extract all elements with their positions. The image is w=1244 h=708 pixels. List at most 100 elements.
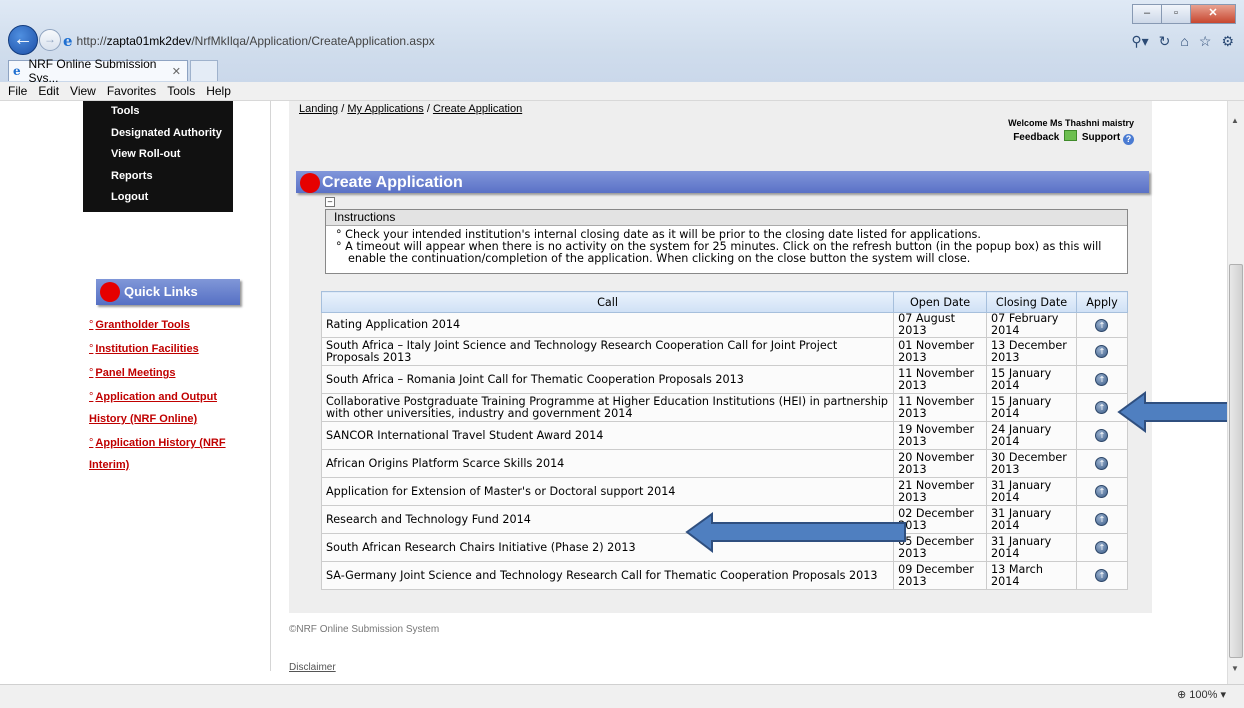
side-menu-designated-authority[interactable]: Designated Authority [83,123,233,145]
browser-toolbar-icons: ⚲▾ ↻ ⌂ ☆ ⚙ [1131,33,1234,50]
cell-apply: ↑ [1075,561,1129,590]
tab-close-icon[interactable]: ✕ [172,65,181,78]
apply-icon[interactable]: ↑ [1095,541,1109,554]
table-row: Rating Application 2014 07 August 2013 07 … [320,312,1129,338]
cell-closing-date: 07 February 2014 [986,312,1077,338]
apply-icon[interactable]: ↑ [1095,373,1109,386]
cell-open-date: 09 December 2013 [893,561,988,590]
quick-link-output-history[interactable]: ° Application and Output History (NRF Onl… [89,386,239,430]
apply-icon[interactable]: ↑ [1095,485,1109,498]
scroll-up-icon[interactable]: ▲ [1231,116,1239,125]
quick-link-institution-facilities[interactable]: ° Institution Facilities [89,338,239,360]
menu-edit[interactable]: Edit [38,84,59,98]
breadcrumb-my-applications[interactable]: My Applications [347,103,423,115]
cell-call: South Africa – Italy Joint Science and T… [320,337,895,366]
side-menu-tools[interactable]: Tools [83,101,233,123]
status-bar [0,684,1244,708]
apply-icon[interactable]: ↑ [1095,401,1109,414]
cell-call: SANCOR International Travel Student Awar… [320,421,895,450]
tab-ie-icon: e [13,64,21,78]
cell-apply: ↑ [1075,477,1129,506]
cell-call: Rating Application 2014 [320,312,895,338]
welcome-text: Welcome Ms Thashni maistry [1008,118,1134,128]
cell-apply: ↑ [1075,312,1129,338]
apply-icon[interactable]: ↑ [1095,429,1109,442]
menu-tools[interactable]: Tools [167,84,195,98]
search-icon[interactable]: ⚲▾ [1131,33,1148,50]
annotation-arrow-bottom [685,512,906,554]
disclaimer-link[interactable]: Disclaimer [289,662,336,673]
cell-call: Application for Extension of Master's or… [320,477,895,506]
table-row: SANCOR International Travel Student Awar… [320,421,1129,450]
refresh-icon[interactable]: ↻ [1159,33,1171,50]
side-menu-logout[interactable]: Logout [83,187,233,209]
apply-icon[interactable]: ↑ [1095,457,1109,470]
feedback-icon[interactable] [1064,130,1078,141]
window-controls: – ▫ ✕ [1132,4,1236,24]
cell-call: South Africa – Romania Joint Call for Th… [320,365,895,394]
table-header-row: Call Open Date Closing Date Apply [320,291,1129,313]
cell-call: Collaborative Postgraduate Training Prog… [320,393,895,422]
table-row: South Africa – Romania Joint Call for Th… [320,365,1129,394]
apply-icon[interactable]: ↑ [1095,345,1109,358]
welcome-area: Welcome Ms Thashni maistry Feedback Supp… [1008,117,1134,145]
maximize-button[interactable]: ▫ [1161,4,1191,24]
page-title: Create Application [322,174,463,191]
favorites-star-icon[interactable]: ☆ [1199,33,1212,50]
quick-link-grantholder-tools[interactable]: ° Grantholder Tools [89,314,239,336]
side-menu-view-rollout[interactable]: View Roll-out [83,144,233,166]
minimize-button[interactable]: – [1132,4,1162,24]
table-row: SA-Germany Joint Science and Technology … [320,561,1129,590]
gear-icon[interactable]: ⚙ [1221,33,1234,50]
table-row: African Origins Platform Scarce Skills 2… [320,449,1129,478]
instruction-item: A timeout will appear when there is no a… [336,241,1127,265]
cell-open-date: 21 November 2013 [893,477,988,506]
cell-apply: ↑ [1075,449,1129,478]
scrollbar-thumb[interactable] [1229,264,1243,658]
cell-closing-date: 31 January 2014 [986,505,1077,534]
header-closing-date[interactable]: Closing Date [986,291,1077,313]
cell-open-date: 20 November 2013 [893,449,988,478]
zoom-indicator[interactable]: ⊕ 100% ▾ [1177,688,1226,701]
back-button[interactable]: ← [8,25,38,55]
header-call[interactable]: Call [320,291,895,313]
menu-file[interactable]: File [8,84,27,98]
cell-closing-date: 31 January 2014 [986,533,1077,562]
quick-link-panel-meetings[interactable]: ° Panel Meetings [89,362,239,384]
cell-call: SA-Germany Joint Science and Technology … [320,561,895,590]
side-menu-reports[interactable]: Reports [83,166,233,188]
help-icon[interactable]: ? [1123,134,1134,145]
menu-bar: File Edit View Favorites Tools Help [0,82,1244,101]
forward-button[interactable]: → [39,29,61,51]
breadcrumb-create-application[interactable]: Create Application [433,103,522,115]
browser-tab[interactable]: e NRF Online Submission Sys... ✕ [8,57,188,85]
home-icon[interactable]: ⌂ [1180,33,1188,50]
support-link[interactable]: Support [1082,132,1120,143]
feedback-link[interactable]: Feedback [1013,132,1059,143]
menu-help[interactable]: Help [206,84,231,98]
cell-apply: ↑ [1075,337,1129,366]
apply-icon[interactable]: ↑ [1095,318,1109,332]
new-tab-button[interactable] [190,60,218,81]
menu-favorites[interactable]: Favorites [107,84,156,98]
footer-text: ©NRF Online Submission System [289,624,440,635]
apply-icon[interactable]: ↑ [1095,513,1109,526]
apply-icon[interactable]: ↑ [1095,569,1109,582]
instructions-title: Instructions [326,210,1127,226]
scroll-down-icon[interactable]: ▼ [1231,664,1239,673]
cell-open-date: 01 November 2013 [893,337,988,366]
close-button[interactable]: ✕ [1190,4,1236,24]
header-open-date[interactable]: Open Date [893,291,988,313]
tab-title: NRF Online Submission Sys... [28,57,157,85]
cell-open-date: 07 August 2013 [893,312,988,338]
cell-apply: ↑ [1075,533,1129,562]
breadcrumb-landing[interactable]: Landing [299,103,338,115]
collapse-icon[interactable]: – [325,197,335,207]
address-bar[interactable]: e http://zapta01mk2dev/NrfMkIlqa/Applica… [63,32,435,50]
quick-link-application-history[interactable]: ° Application History (NRF Interim) [89,432,239,476]
cell-closing-date: 15 January 2014 [986,393,1077,422]
url-text: http://zapta01mk2dev/NrfMkIlqa/Applicati… [76,34,435,48]
cell-call: African Origins Platform Scarce Skills 2… [320,449,895,478]
cell-closing-date: 30 December 2013 [986,449,1077,478]
menu-view[interactable]: View [70,84,96,98]
